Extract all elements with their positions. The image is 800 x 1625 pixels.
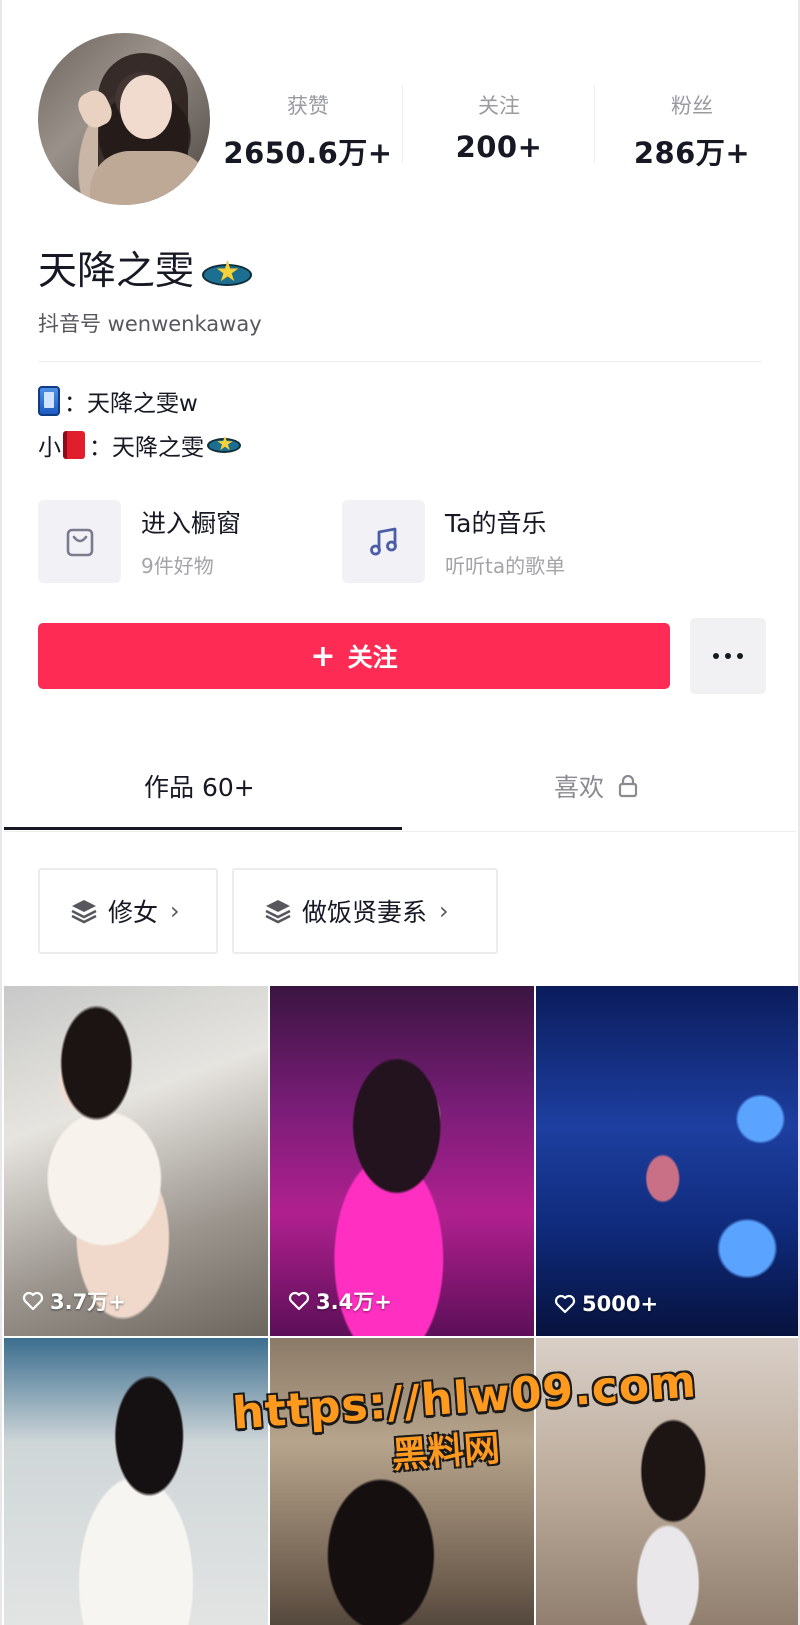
stat-likes-label: 获赞	[287, 94, 329, 118]
video-thumbnail[interactable]: 3.7万+	[4, 986, 268, 1336]
chevron-right-icon: ›	[439, 897, 449, 925]
collection-chip-nun[interactable]: 修女 ›	[38, 868, 218, 954]
like-count: 3.4万+	[288, 1286, 392, 1316]
bio-line-2-sep: ：	[89, 435, 112, 461]
music-title: Ta的音乐	[445, 509, 547, 538]
chevron-right-icon: ›	[170, 897, 180, 925]
planet-star-emoji-icon: ★	[206, 432, 242, 457]
follow-button-label: 关注	[347, 643, 398, 672]
stat-likes-value: 2650.6万+	[223, 136, 393, 170]
follow-button[interactable]: + 关注	[38, 623, 670, 689]
lock-icon	[618, 774, 638, 798]
tab-likes[interactable]: 喜欢	[554, 768, 638, 804]
video-thumbnail[interactable]: 3.4万+	[270, 986, 534, 1336]
collection-chip-label: 做饭贤妻系	[302, 898, 428, 927]
stat-likes[interactable]: 获赞 2650.6万+	[220, 90, 396, 172]
stat-following-value: 200+	[455, 130, 543, 164]
stat-followers[interactable]: 粉丝 286万+	[602, 90, 782, 172]
like-count-value: 3.7万+	[50, 1290, 126, 1314]
avatar-face	[120, 75, 172, 139]
video-thumbnail[interactable]	[270, 1338, 534, 1625]
layers-icon	[70, 898, 98, 924]
more-options-button[interactable]	[690, 618, 766, 694]
bio-line-1: ： 天降之雯w	[38, 384, 198, 418]
heart-outline-icon	[554, 1294, 576, 1314]
collection-chip-cooking[interactable]: 做饭贤妻系 ›	[232, 868, 498, 954]
profile-name-text: 天降之雯	[38, 249, 195, 294]
like-count: 5000+	[554, 1292, 658, 1316]
bio-line-1-text: 天降之雯w	[87, 391, 198, 417]
music-note-icon	[342, 500, 425, 583]
bio-line-2-text: 天降之雯	[112, 435, 204, 461]
shop-window-card[interactable]: 进入橱窗 9件好物	[38, 500, 241, 583]
plus-icon: +	[310, 638, 336, 674]
stat-followers-value: 286万+	[633, 136, 751, 170]
divider	[38, 361, 762, 362]
music-subtitle: 听听ta的歌单	[445, 554, 566, 578]
profile-name: 天降之雯 ★	[38, 240, 254, 296]
red-book-emoji-icon	[63, 431, 85, 459]
douyin-id: 抖音号 wenwenkaway	[38, 312, 262, 336]
tab-divider	[4, 831, 796, 832]
collection-chip-label: 修女	[108, 898, 159, 927]
stat-divider	[594, 86, 595, 162]
avatar[interactable]	[38, 33, 210, 205]
more-dots-icon	[710, 653, 746, 659]
bio-line-1-sep: ：	[64, 391, 87, 417]
planet-star-emoji-icon: ★	[200, 257, 254, 290]
stat-divider	[402, 86, 403, 162]
video-thumbnail[interactable]: 5000+	[536, 986, 798, 1336]
video-thumbnail[interactable]	[4, 1338, 268, 1625]
stat-following-label: 关注	[478, 94, 520, 118]
heart-outline-icon	[288, 1291, 310, 1311]
active-tab-indicator	[4, 827, 402, 830]
video-thumbnail[interactable]	[536, 1338, 798, 1625]
profile-page: 获赞 2650.6万+ 关注 200+ 粉丝 286万+ 天降之雯 ★ 抖音号 w…	[0, 0, 800, 1625]
like-count: 3.7万+	[22, 1286, 126, 1316]
shop-window-title: 进入橱窗	[141, 509, 242, 538]
like-count-value: 3.4万+	[316, 1290, 392, 1314]
shopping-bag-icon	[38, 500, 121, 583]
bio-line-2: 小 ： 天降之雯 ★	[38, 428, 242, 462]
avatar-body	[90, 151, 210, 205]
tab-works[interactable]: 作品 60+	[144, 768, 255, 804]
phone-emoji-icon	[38, 386, 60, 416]
bio-line-2-prefix: 小	[38, 435, 61, 461]
layers-icon	[264, 898, 292, 924]
stat-following[interactable]: 关注 200+	[410, 90, 588, 164]
tab-likes-label: 喜欢	[554, 773, 605, 802]
music-card[interactable]: Ta的音乐 听听ta的歌单	[342, 500, 565, 583]
like-count-value: 5000+	[582, 1292, 659, 1316]
stat-followers-label: 粉丝	[671, 94, 713, 118]
heart-outline-icon	[22, 1291, 44, 1311]
shop-window-subtitle: 9件好物	[141, 554, 214, 578]
